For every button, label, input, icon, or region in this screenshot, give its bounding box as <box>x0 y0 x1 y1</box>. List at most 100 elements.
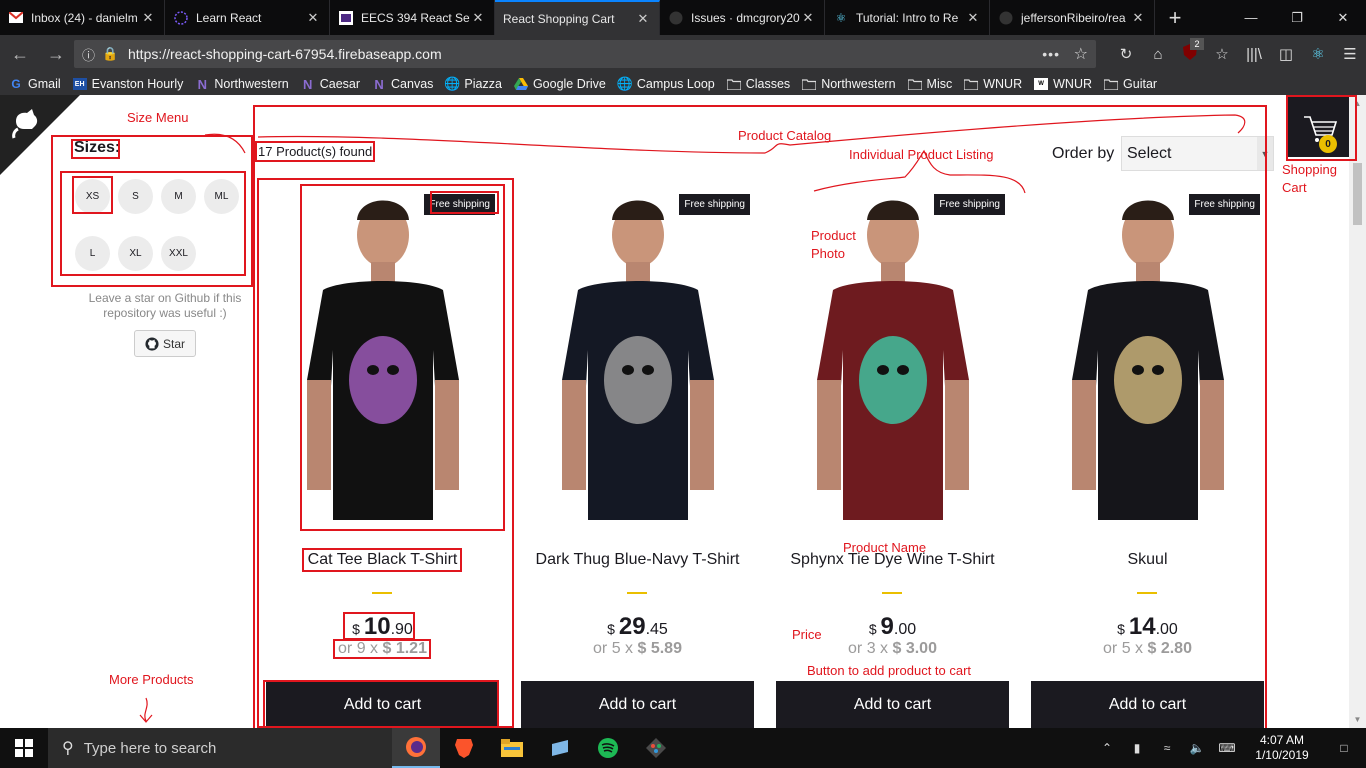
tab-3[interactable]: React Shopping Cart ✕ <box>495 0 660 35</box>
lock-icon: 🔒 <box>102 46 119 61</box>
library-icon[interactable]: |||\ <box>1238 46 1270 63</box>
notifications-icon[interactable]: □ <box>1322 741 1366 755</box>
bookmark-label: Northwestern <box>214 77 289 91</box>
tab-label: Issues · dmcgrory20 <box>691 10 800 25</box>
menu-icon[interactable]: ☰ <box>1334 45 1366 63</box>
northwestern-icon: N <box>374 76 384 92</box>
bookmark-label: WNUR <box>983 77 1023 91</box>
annotation-size-menu: Size Menu <box>127 110 189 125</box>
bookmark-1[interactable]: EH Evanston Hourly <box>72 77 184 91</box>
bookmark-label: Caesar <box>319 77 361 91</box>
annotation-price: Price <box>792 627 822 642</box>
close-tab-icon[interactable]: ✕ <box>140 10 156 26</box>
keyboard-icon[interactable]: ⌨ <box>1212 741 1242 755</box>
search-icon: ⚲ <box>62 740 74 757</box>
volume-icon[interactable]: 🔈 <box>1182 741 1212 755</box>
bookmark-6[interactable]: Google Drive <box>513 77 606 91</box>
file-explorer-icon[interactable] <box>488 728 536 768</box>
battery-icon[interactable]: ▮ <box>1122 741 1152 755</box>
chevron-up-icon[interactable]: ⌃ <box>1092 741 1122 755</box>
clock-time: 4:07 AM <box>1259 733 1305 747</box>
bookmark-11[interactable]: WNUR <box>964 77 1022 91</box>
tab-1[interactable]: Learn React ✕ <box>165 0 330 35</box>
bookmark-label: Misc <box>926 77 953 91</box>
brave-app-icon[interactable] <box>440 728 488 768</box>
reload-icon[interactable]: ↻ <box>1110 45 1142 63</box>
tab-label: Tutorial: Intro to Re <box>856 10 959 25</box>
firefox-app-icon[interactable] <box>392 728 440 768</box>
close-tab-icon[interactable]: ✕ <box>1130 10 1146 26</box>
spotify-app-icon[interactable] <box>584 728 632 768</box>
bookmark-7[interactable]: 🌐 Campus Loop <box>616 76 715 91</box>
react-icon: ⚛ <box>835 10 847 25</box>
close-tab-icon[interactable]: ✕ <box>305 10 321 26</box>
annotation-add-button: Button to add product to cart <box>807 663 972 678</box>
close-tab-icon[interactable]: ✕ <box>965 10 981 26</box>
close-tab-icon[interactable]: ✕ <box>470 10 486 26</box>
github-icon <box>668 10 684 26</box>
bookmark-3[interactable]: N Caesar <box>301 77 361 92</box>
tab-0[interactable]: Inbox (24) - danielm ✕ <box>0 0 165 35</box>
drive-icon <box>513 77 528 91</box>
back-icon[interactable]: ← <box>4 38 36 70</box>
wnur-icon: W <box>1034 77 1049 91</box>
globe-icon: 🌐 <box>444 76 461 91</box>
bookmark-0[interactable]: G Gmail <box>9 77 60 91</box>
bookmark-label: Northwestern <box>821 77 896 91</box>
google-icon: G <box>11 77 21 91</box>
bookmark-4[interactable]: N Canvas <box>372 76 433 92</box>
surface-app-icon[interactable] <box>536 728 584 768</box>
close-tab-icon[interactable]: ✕ <box>800 10 816 26</box>
bookmark-8[interactable]: Classes <box>726 77 790 91</box>
wifi-icon[interactable]: ≈ <box>1152 741 1182 755</box>
bookmark-label: WNUR <box>1053 77 1093 91</box>
system-tray: ⌃ ▮ ≈ 🔈 ⌨ 4:07 AM 1/10/2019 □ <box>1092 728 1366 768</box>
gitkraken-app-icon[interactable] <box>632 728 680 768</box>
annotation-cart-line1: Shopping <box>1282 162 1337 177</box>
bookmark-9[interactable]: Northwestern <box>802 77 896 91</box>
ublock-icon[interactable]: 2 <box>1174 38 1206 64</box>
page-actions-icon[interactable]: ••• <box>1042 46 1060 62</box>
maximize-icon[interactable]: ❐ <box>1274 0 1320 35</box>
address-bar[interactable]: ⓘ 🔒 https://react-shopping-cart-67954.fi… <box>74 40 1096 68</box>
react-devtools-icon[interactable]: ⚛ <box>1302 45 1334 63</box>
bookmark-12[interactable]: W WNUR <box>1034 77 1092 91</box>
sidebar-icon[interactable]: ◫ <box>1270 45 1302 63</box>
taskbar-search[interactable]: ⚲ Type here to search <box>48 728 392 768</box>
info-icon[interactable]: ⓘ <box>82 45 102 64</box>
clock-date: 1/10/2019 <box>1255 748 1309 762</box>
annotation-more-products: More Products <box>109 672 194 687</box>
windows-start-icon[interactable] <box>0 728 48 768</box>
learn-react-icon <box>173 10 189 26</box>
new-tab-icon[interactable]: + <box>1155 0 1195 35</box>
northwestern-icon <box>338 10 354 26</box>
bookmark-2[interactable]: N Northwestern <box>195 77 289 92</box>
tab-6[interactable]: jeffersonRibeiro/rea ✕ <box>990 0 1155 35</box>
home-icon[interactable]: ⌂ <box>1142 46 1174 63</box>
minimize-icon[interactable]: — <box>1228 0 1274 35</box>
tab-4[interactable]: Issues · dmcgrory20 ✕ <box>660 0 825 35</box>
bookmark-star-icon[interactable]: ☆ <box>1074 44 1088 64</box>
bookmark-13[interactable]: Guitar <box>1104 77 1157 91</box>
annotation-cart-line2: Cart <box>1282 180 1307 195</box>
bookmark-10[interactable]: Misc <box>907 77 953 91</box>
folder-icon <box>802 77 817 91</box>
close-icon[interactable]: ✕ <box>1320 0 1366 35</box>
bookmark-label: Google Drive <box>532 77 606 91</box>
star-list-icon[interactable]: ☆ <box>1206 45 1238 63</box>
forward-icon[interactable]: → <box>40 38 72 70</box>
annotation-photo-line1: Product <box>811 228 856 243</box>
clock[interactable]: 4:07 AM 1/10/2019 <box>1242 733 1322 763</box>
tab-2[interactable]: EECS 394 React Setu ✕ <box>330 0 495 35</box>
close-tab-icon[interactable]: ✕ <box>635 11 651 27</box>
tab-5[interactable]: ⚛ Tutorial: Intro to Re ✕ <box>825 0 990 35</box>
folder-icon <box>1104 77 1119 91</box>
bookmark-label: Piazza <box>464 77 502 91</box>
bookmark-label: Evanston Hourly <box>91 77 184 91</box>
gmail-icon <box>8 10 24 26</box>
globe-icon: 🌐 <box>616 76 633 91</box>
tab-label: React Shopping Cart <box>503 11 615 26</box>
annotation-product-name: Product Name <box>843 540 927 555</box>
tab-label: Learn React <box>196 10 262 25</box>
bookmark-5[interactable]: 🌐 Piazza <box>444 76 502 91</box>
